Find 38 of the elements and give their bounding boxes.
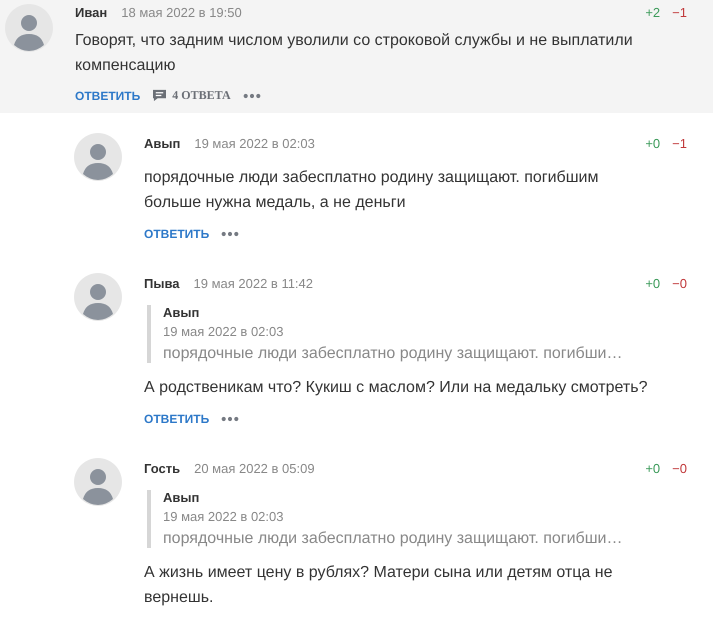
comment-text: А родственикам что? Кукиш с маслом? Или на медальку смотреть? [144,378,648,398]
downvote-count[interactable]: −1 [672,136,687,150]
reply-link[interactable]: ОТВЕТИТЬ [144,227,210,241]
quoted-text: порядочные люди забесплатно родину защищают. погибши… [163,345,624,363]
avatar-icon [5,4,53,52]
author-name: Иван [75,4,108,20]
author-name: Пыва [144,276,180,290]
reply-link[interactable]: ОТВЕТИТЬ [75,88,140,102]
comment-date: 18 мая 2022 в 19:50 [121,4,242,20]
downvote-count[interactable]: −0 [672,276,687,290]
comment-date: 19 мая 2022 в 11:42 [194,276,314,290]
avatar-icon [74,458,122,506]
comment-icon [152,89,168,102]
quoted-date: 19 мая 2022 в 02:03 [163,324,284,339]
more-options-icon[interactable] [221,231,240,237]
comment-date: 19 мая 2022 в 02:03 [194,136,315,150]
quoted-text: порядочные люди забесплатно родину защищают. погибши… [163,530,624,548]
more-options-icon[interactable] [221,416,240,422]
quoted-author: Авып [163,490,200,505]
downvote-count[interactable]: −0 [672,460,687,476]
author-name: Авып [144,136,180,150]
upvote-count[interactable]: +0 [645,276,660,290]
avatar-icon [74,273,122,321]
reply-link[interactable]: ОТВЕТИТЬ [144,412,210,426]
upvote-count[interactable]: +2 [645,4,660,20]
comment-text: А жизнь имеет цену в рублях? Матери сына или детям отца не вернешь. [144,563,614,608]
more-options-icon[interactable] [242,92,261,98]
author-name: Гость [144,460,180,476]
quoted-author: Авып [163,305,200,320]
upvote-count[interactable]: +0 [645,136,660,150]
replies-count-button[interactable]: 4 ОТВЕТА [152,88,231,103]
comment-date: 20 мая 2022 в 05:09 [194,460,315,476]
upvote-count[interactable]: +0 [645,460,660,476]
comment-text: порядочные люди забесплатно родину защищают. погибшим больше нужна медаль, а не деньги [144,168,600,213]
downvote-count[interactable]: −1 [672,4,687,20]
comment-text: Говорят, что задним числом уволили со строковой службы и не выплатили компенсацию [75,31,634,76]
avatar-icon [74,133,122,181]
quoted-date: 19 мая 2022 в 02:03 [163,509,284,524]
